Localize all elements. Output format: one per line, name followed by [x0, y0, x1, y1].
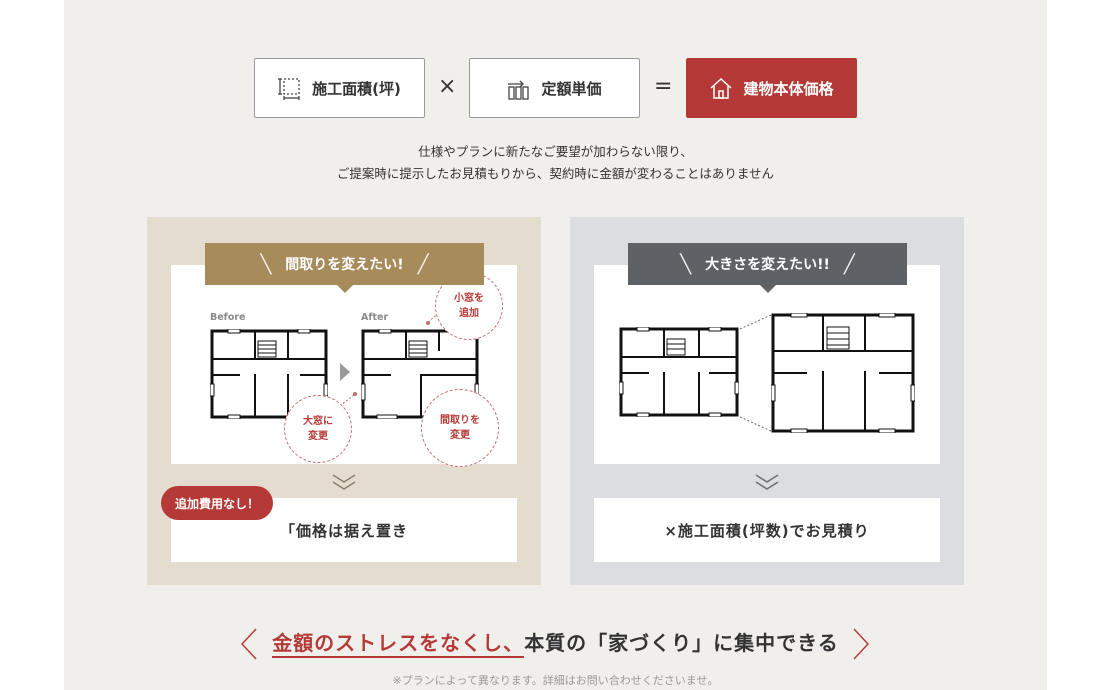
big-window-text: 大窓に 変更 — [303, 416, 333, 442]
description-line-2: ご提案時に提示したお見積もりから、契約時に金額が変わることはありません — [336, 166, 775, 181]
layout-change-text: 間取りを 変更 — [440, 415, 480, 441]
times-operator: × — [438, 74, 457, 99]
large-house-floorplan — [771, 313, 915, 433]
headline: 金額のストレスをなくし、本質の「家づくり」に集中できる — [64, 627, 1047, 658]
layout-change-panel: Before After 小窓を 追加 大窓に 変更 間取りを 変更 ╲ 間取り… — [147, 217, 541, 585]
unit-price-box: 定額単価 — [469, 58, 640, 118]
banner-slash-right: ╱ — [417, 253, 429, 275]
headline-rest: 本質の「家づくり」に集中できる — [524, 631, 839, 655]
equals-operator: = — [654, 74, 673, 99]
unit-price-label: 定額単価 — [541, 79, 602, 98]
chevron-down-icon — [755, 474, 779, 490]
area-measure-icon — [278, 78, 300, 100]
size-change-title: 大きさを変えたい!! — [705, 257, 830, 273]
size-floorplan-card — [594, 265, 940, 464]
description-line-1: 仕様やプランに新たなご要望が加わらない限り、 — [418, 144, 693, 159]
layout-change-banner: ╲ 間取りを変えたい! ╱ — [205, 243, 484, 293]
building-price-label: 建物本体価格 — [743, 79, 834, 98]
price-fixed-text: 「価格は据え置き — [279, 521, 408, 540]
banner-slash-right: ╱ — [843, 253, 855, 275]
layout-change-title: 間取りを変えたい! — [285, 257, 404, 273]
no-extra-cost-text: 追加費用なし！ — [175, 496, 260, 511]
size-change-banner: ╲ 大きさを変えたい!! ╱ — [628, 243, 907, 293]
no-extra-cost-badge: 追加費用なし！ — [161, 486, 274, 520]
layout-change-bubble: 間取りを 変更 — [421, 389, 499, 467]
area-label: 施工面積(坪) — [312, 79, 401, 98]
area-estimate-text: ×施工面積(坪数)でお見積り — [664, 521, 870, 540]
chevron-down-icon — [332, 474, 356, 490]
chevron-right-icon — [853, 628, 870, 660]
headline-highlight: 金額のストレスをなくし、 — [272, 631, 525, 658]
size-change-panel: ╲ 大きさを変えたい!! ╱ ×施工面積(坪数)でお見積り — [570, 217, 964, 585]
banner-pointer — [336, 285, 353, 293]
footnote: ※プランによって異なります。詳細はお問い合わせくださいませ。 — [392, 674, 719, 687]
big-window-bubble: 大窓に 変更 — [284, 395, 352, 463]
unit-price-icon — [508, 80, 530, 100]
price-description: 仕様やプランに新たなご要望が加わらない限り、 ご提案時に提示したお見積もりから、… — [64, 141, 1047, 185]
banner-slash-left: ╲ — [680, 253, 692, 275]
building-price-box: 建物本体価格 — [686, 58, 857, 118]
area-box: 施工面積(坪) — [254, 58, 425, 118]
add-small-window-text: 小窓を 追加 — [454, 293, 484, 319]
cost-explanation-section: 施工面積(坪) × 定額単価 = 建物本体価格 仕様やプランに新たなご要望が加わ… — [64, 0, 1047, 690]
banner-slash-left: ╲ — [260, 253, 272, 275]
house-icon — [710, 77, 732, 99]
banner-pointer — [759, 285, 776, 293]
area-estimate-result: ×施工面積(坪数)でお見積り — [594, 498, 940, 562]
